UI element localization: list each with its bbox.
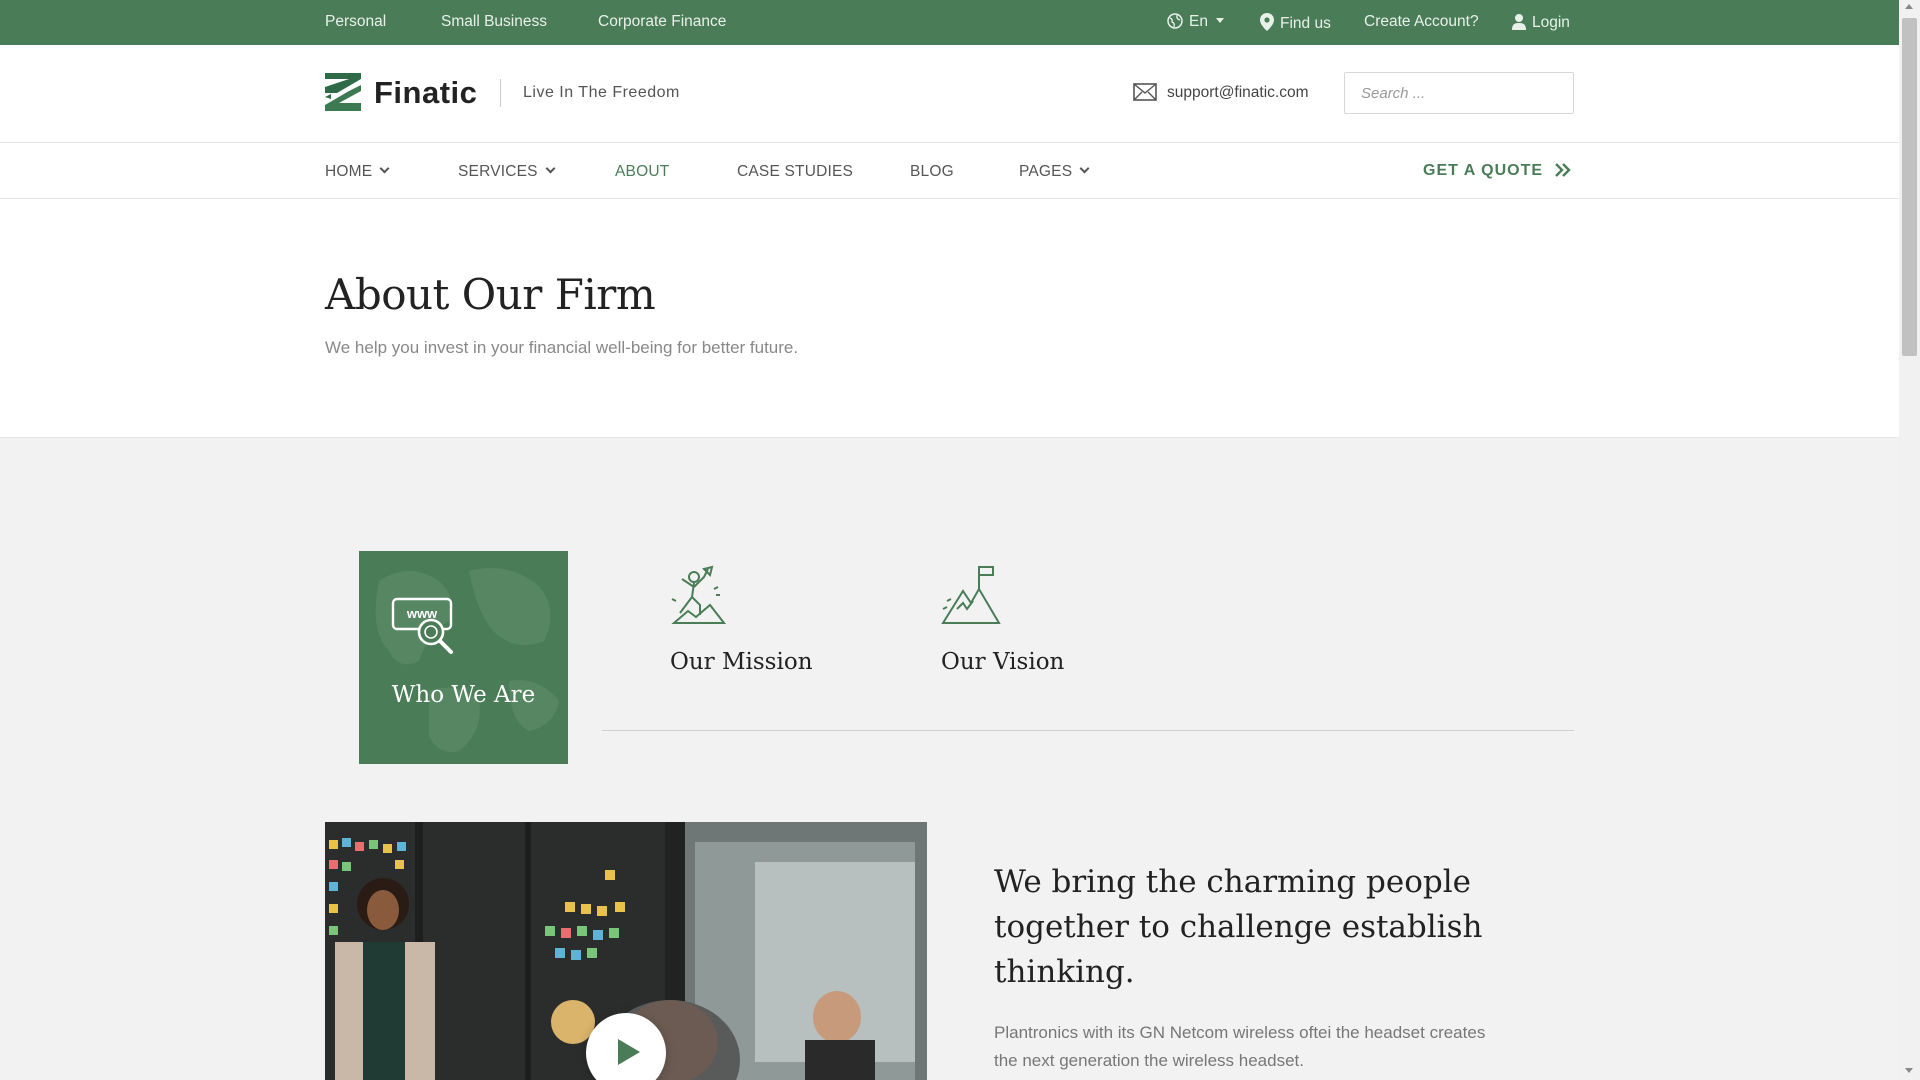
section-headline: We bring the charming people together to… — [994, 864, 1483, 990]
section-body-text: Plantronics with its GN Netcom wireless … — [994, 1023, 1486, 1070]
topbar-link-personal[interactable]: Personal — [325, 13, 386, 31]
scroll-up-icon[interactable] — [1905, 4, 1913, 9]
login-link[interactable]: Login — [1512, 13, 1570, 32]
logo-icon[interactable] — [325, 73, 361, 116]
get-a-quote-label: GET A QUOTE — [1423, 162, 1544, 179]
language-selector[interactable]: En — [1167, 13, 1224, 31]
tab-our-vision[interactable]: Our Vision — [941, 565, 1064, 675]
scrollbar-thumb[interactable] — [1902, 18, 1917, 356]
nav-item-home[interactable]: HOME — [325, 163, 390, 181]
create-account-link[interactable]: Create Account? — [1364, 13, 1479, 31]
nav-item-pages[interactable]: PAGES — [1019, 163, 1090, 181]
page-hero: About Our Firm We help you invest in you… — [0, 200, 1899, 438]
support-email-link[interactable]: support@finatic.com — [1133, 83, 1309, 102]
site-header: Finatic Live In The Freedom support@fina… — [0, 45, 1899, 143]
envelope-icon — [1133, 83, 1157, 101]
content-section — [0, 438, 1899, 1080]
page-subtitle: We help you invest in your financial wel… — [325, 338, 799, 357]
globe-icon — [1167, 13, 1183, 29]
nav-item-blog[interactable]: BLOG — [910, 163, 954, 181]
chevron-down-icon — [1079, 163, 1090, 174]
nav-case-studies-label: CASE STUDIES — [737, 163, 854, 180]
brand-tagline: Live In The Freedom — [523, 84, 680, 101]
www-search-icon: www — [391, 597, 453, 654]
world-map-decoration — [375, 568, 559, 752]
brand-name[interactable]: Finatic — [374, 75, 477, 111]
nav-item-services[interactable]: SERVICES — [458, 163, 556, 181]
tabs-divider — [602, 730, 1574, 731]
topbar-link-corporate-finance[interactable]: Corporate Finance — [598, 13, 726, 31]
login-label: Login — [1532, 14, 1570, 31]
user-icon — [1512, 14, 1526, 30]
top-bar: Personal Small Business Corporate Financ… — [0, 0, 1899, 45]
tab-our-mission[interactable]: Our Mission — [670, 565, 813, 675]
main-nav: HOME SERVICES ABOUT CASE STUDIES BLOG PA… — [0, 143, 1899, 199]
tab-who-we-are-label: Who We Are — [391, 682, 536, 708]
scroll-down-icon[interactable] — [1905, 1068, 1913, 1073]
double-chevron-right-icon — [1555, 163, 1571, 177]
climber-icon — [671, 565, 727, 624]
language-label: En — [1189, 13, 1208, 30]
chevron-down-icon — [379, 163, 390, 174]
get-a-quote-button[interactable]: GET A QUOTE — [1423, 162, 1571, 180]
page-scrollbar[interactable] — [1899, 0, 1920, 1080]
page-title: About Our Firm — [325, 270, 656, 319]
tab-our-vision-label: Our Vision — [941, 649, 1065, 675]
mountain-flag-icon — [941, 566, 1001, 624]
team-meeting-photo — [325, 822, 927, 1080]
nav-item-case-studies[interactable]: CASE STUDIES — [737, 163, 853, 181]
map-pin-icon — [1260, 13, 1274, 31]
chevron-down-icon — [545, 163, 556, 174]
nav-home-label: HOME — [325, 163, 373, 180]
logo-divider — [500, 79, 501, 107]
topbar-link-small-business[interactable]: Small Business — [441, 13, 547, 31]
nav-item-about[interactable]: ABOUT — [615, 163, 669, 181]
find-us-label: Find us — [1280, 15, 1331, 32]
search-input[interactable] — [1344, 72, 1574, 114]
nav-pages-label: PAGES — [1019, 163, 1073, 180]
tab-who-we-are[interactable]: www Who We Are — [359, 551, 568, 764]
svg-text:www: www — [406, 606, 438, 621]
find-us-link[interactable]: Find us — [1260, 13, 1331, 33]
caret-down-icon — [1215, 18, 1224, 23]
nav-services-label: SERVICES — [458, 163, 538, 180]
support-email: support@finatic.com — [1167, 84, 1309, 101]
nav-blog-label: BLOG — [910, 163, 954, 180]
tab-our-mission-label: Our Mission — [670, 649, 813, 675]
nav-about-label: ABOUT — [615, 163, 670, 180]
